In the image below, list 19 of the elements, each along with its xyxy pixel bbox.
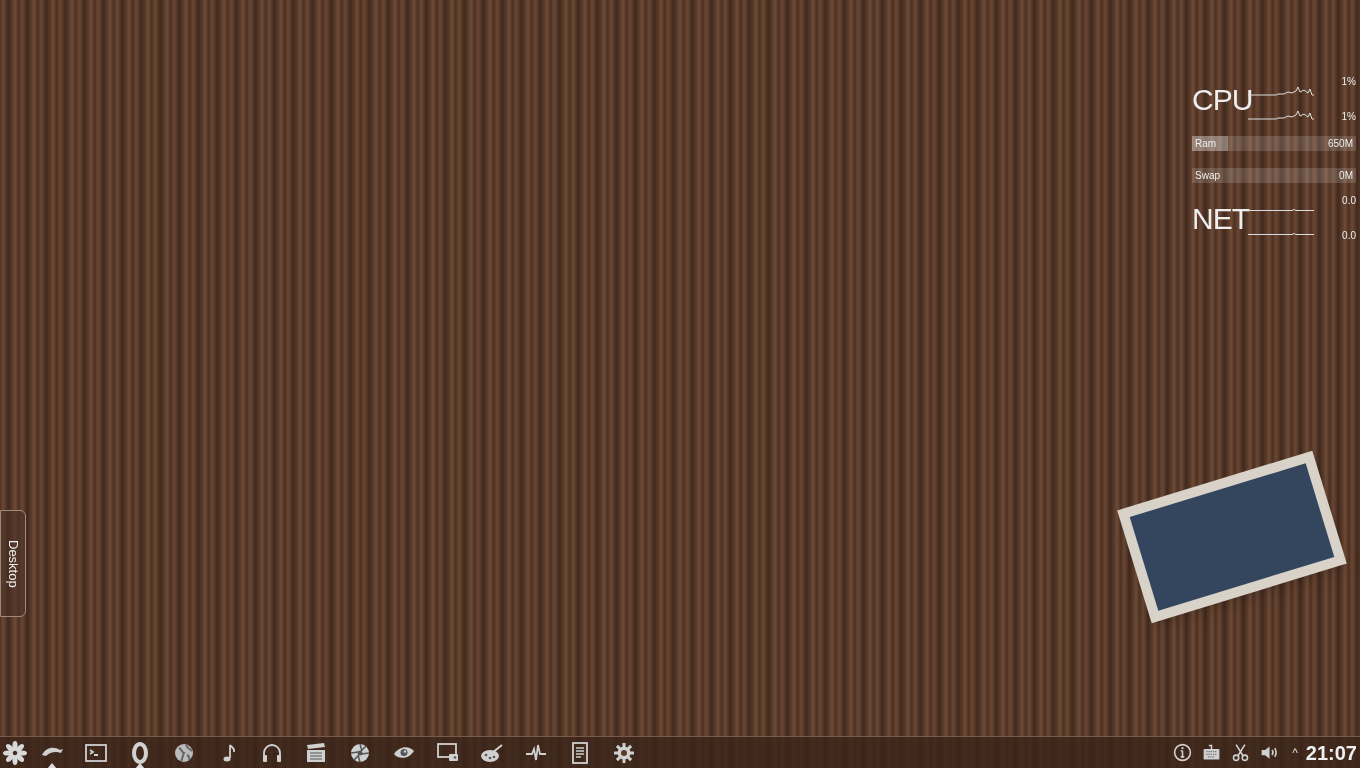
clock[interactable]: 21:07 [1305,737,1357,768]
meter-label: Ram [1195,137,1217,151]
clapperboard-icon[interactable] [304,740,328,765]
reading-value: 1% [1341,110,1356,124]
gear-icon[interactable] [612,740,636,765]
net-graph [1248,208,1314,212]
meter-value: 0M [1339,169,1353,183]
flower-icon[interactable] [3,740,27,765]
cpu-graph [1248,109,1314,121]
net-title: NET [1192,204,1248,234]
reading-value: 1% [1341,75,1356,89]
reading-value: 0.0 [1342,194,1356,208]
meter-value: 650M [1328,137,1353,151]
meter-label: Swap [1195,169,1220,183]
desktop-tab[interactable]: Desktop [0,510,26,617]
net-graph [1248,232,1314,236]
info-icon[interactable] [1172,742,1194,763]
reading-value: 0.0 [1342,229,1356,243]
tray-expander[interactable]: ^ [1292,743,1298,762]
